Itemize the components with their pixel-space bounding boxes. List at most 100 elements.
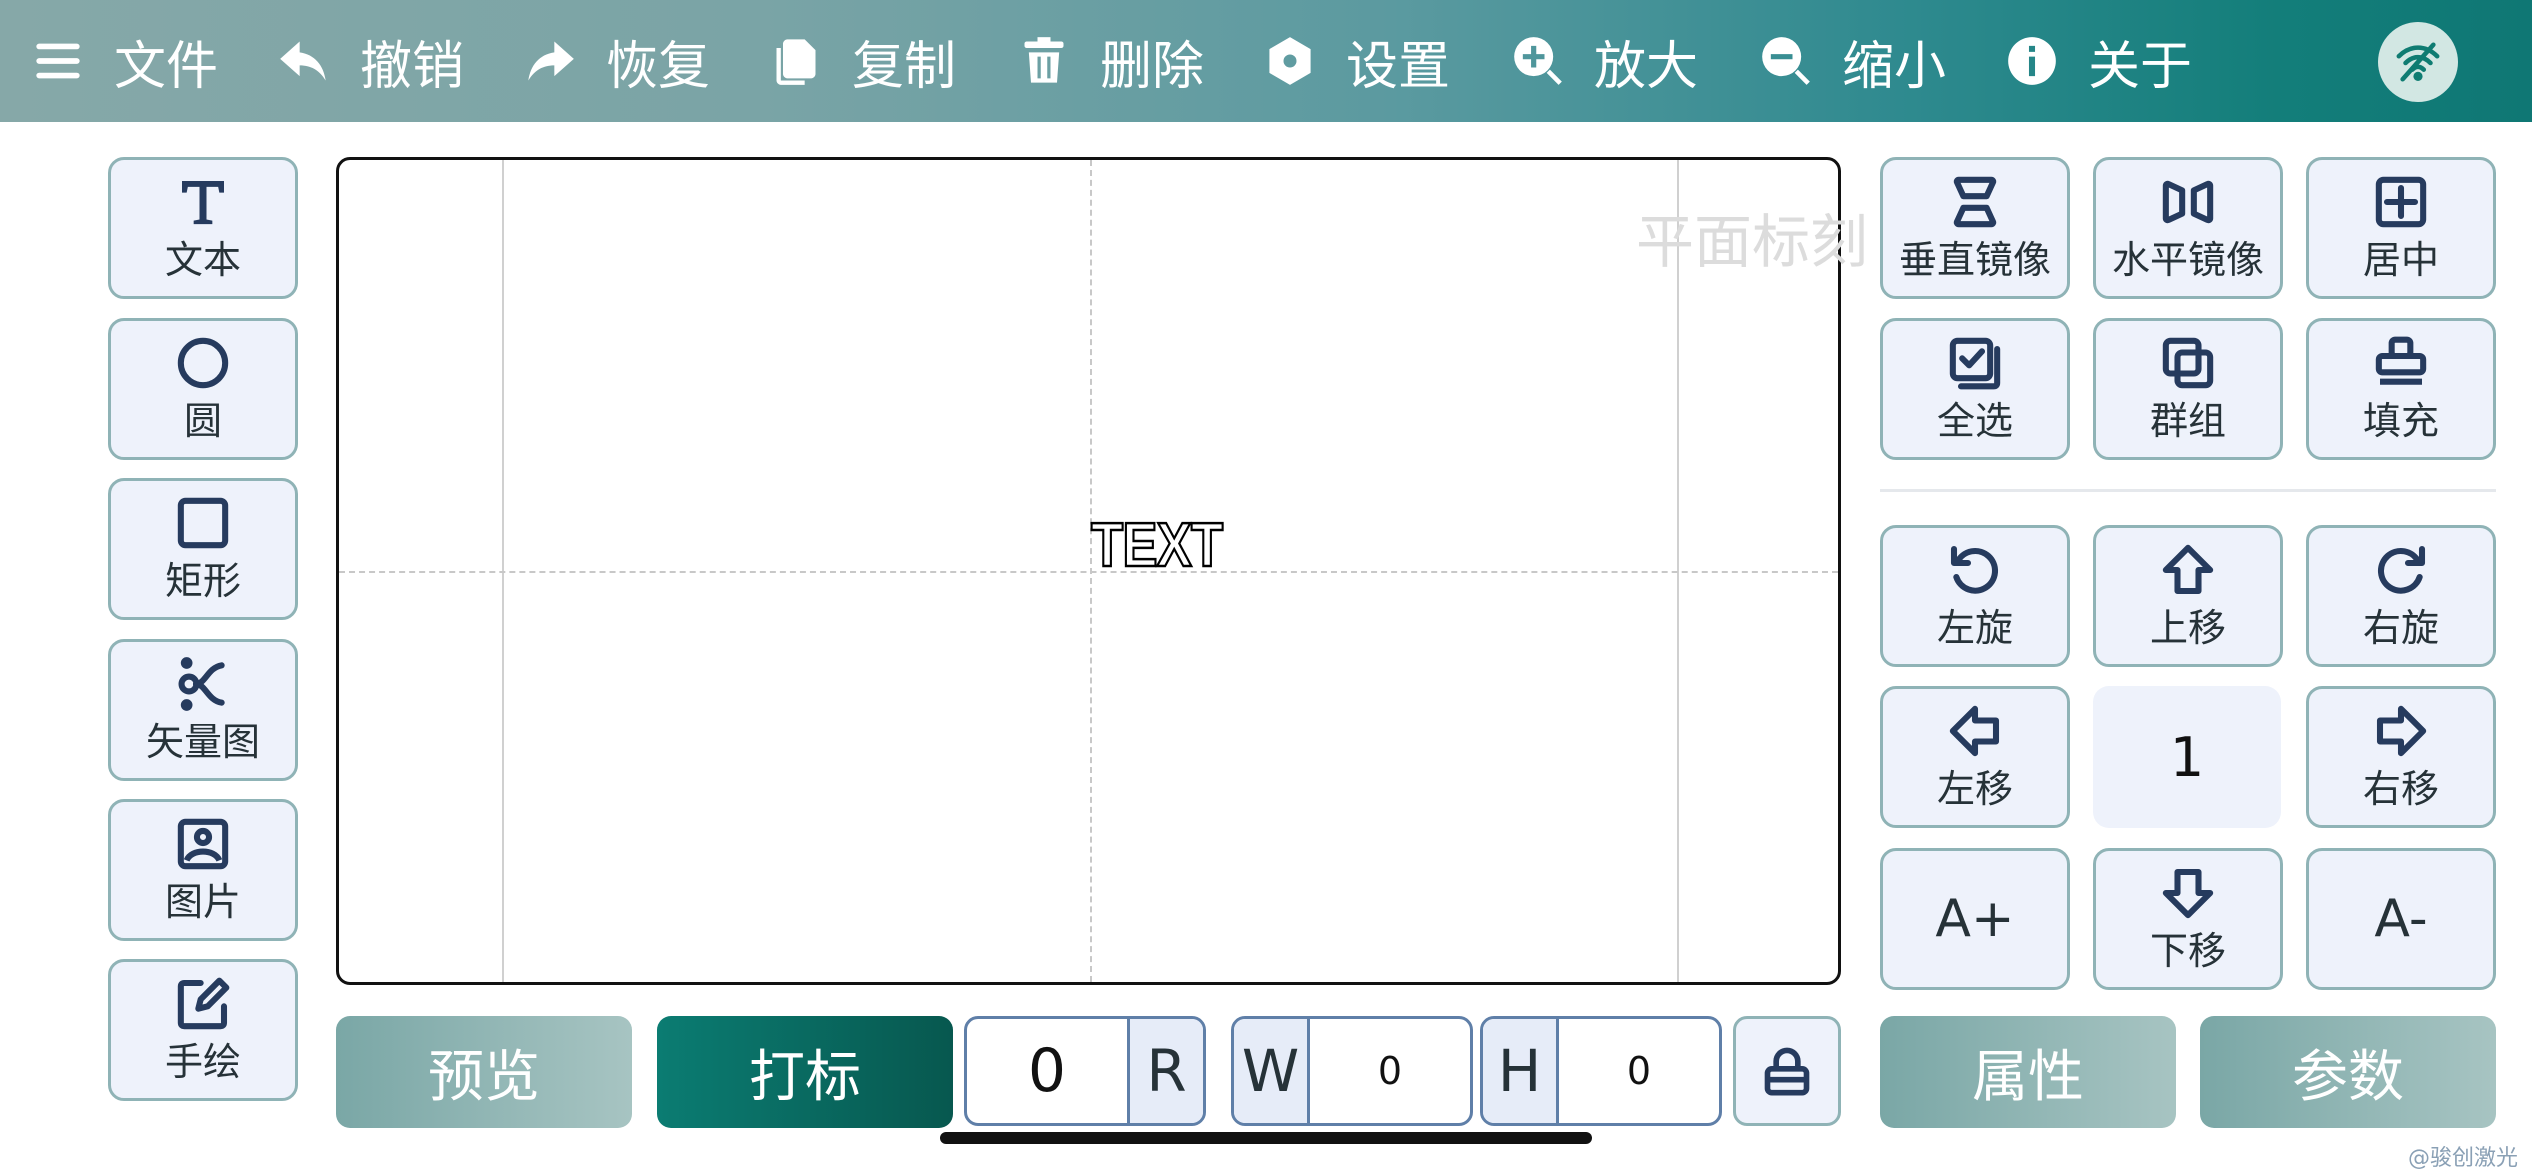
toolbar-file[interactable]: 文件 [32, 0, 218, 122]
wifi-off-icon [2396, 42, 2440, 82]
select-all-icon [1947, 335, 2003, 391]
tool-circle[interactable]: 圆 [108, 318, 298, 460]
move-down-button[interactable]: 下移 [2093, 848, 2283, 990]
fill-label: 填充 [2362, 399, 2439, 443]
rotation-field: 0 R [964, 1016, 1206, 1126]
copy-icon [776, 39, 816, 85]
font-increase-button[interactable]: A+ [1880, 848, 2070, 990]
zoom-out-icon [1762, 37, 1810, 85]
redo-icon [528, 41, 574, 81]
height-field: H 0 [1480, 1016, 1722, 1126]
toolbar-file-label: 文件 [114, 36, 219, 97]
width-input[interactable]: 0 [1310, 1019, 1470, 1123]
home-indicator [940, 1132, 1592, 1144]
circle-icon [175, 335, 231, 391]
arrow-up-icon [2160, 542, 2216, 598]
move-left-button[interactable]: 左移 [1880, 686, 2070, 828]
rotate-left-icon [1947, 542, 2003, 598]
height-label: H [1483, 1019, 1559, 1123]
panel-divider [1880, 489, 2496, 492]
tool-image[interactable]: 图片 [108, 799, 298, 941]
toolbar-undo[interactable]: 撤销 [278, 0, 464, 122]
rotate-left-label: 左旋 [1936, 606, 2013, 650]
tool-vector-label: 矢量图 [145, 720, 260, 764]
width-label: W [1234, 1019, 1310, 1123]
move-up-label: 上移 [2149, 606, 2226, 650]
move-right-button[interactable]: 右移 [2306, 686, 2496, 828]
tool-draw-label: 手绘 [164, 1040, 241, 1084]
rotation-label: R [1127, 1019, 1203, 1123]
mark-button[interactable]: 打标 [657, 1016, 953, 1128]
height-input[interactable]: 0 [1559, 1019, 1719, 1123]
flip-vertical-button[interactable]: 垂直镜像 [1880, 157, 2070, 299]
tool-image-label: 图片 [164, 880, 241, 924]
toolbar-zoom-out[interactable]: 缩小 [1760, 0, 1946, 122]
guide-line-center-horizontal [339, 571, 1838, 573]
design-canvas[interactable]: TEXT [336, 157, 1841, 985]
move-up-button[interactable]: 上移 [2093, 525, 2283, 667]
group-icon [2160, 335, 2216, 391]
toolbar-redo[interactable]: 恢复 [524, 0, 710, 122]
flip-horizontal-icon [2160, 174, 2216, 230]
rotation-input[interactable]: 0 [967, 1019, 1127, 1123]
font-decrease-button[interactable]: A- [2306, 848, 2496, 990]
trash-icon [1024, 37, 1064, 83]
toolbar-delete[interactable]: 删除 [1018, 0, 1204, 122]
toolbar-about-label: 关于 [2088, 36, 2193, 97]
rotate-left-button[interactable]: 左旋 [1880, 525, 2070, 667]
toolbar-zoom-out-label: 缩小 [1842, 36, 1947, 97]
flip-vertical-icon [1947, 174, 2003, 230]
fill-button[interactable]: 填充 [2306, 318, 2496, 460]
vector-icon [175, 656, 231, 712]
info-icon [2008, 37, 2056, 85]
toolbar-copy-label: 复制 [852, 36, 957, 97]
tool-draw[interactable]: 手绘 [108, 959, 298, 1101]
menu-icon [36, 43, 80, 79]
credit-text: @骏创激光 [2407, 1146, 2518, 1170]
flip-horizontal-label: 水平镜像 [2111, 238, 2264, 282]
toolbar-about[interactable]: 关于 [2006, 0, 2192, 122]
properties-button[interactable]: 属性 [1880, 1016, 2176, 1128]
tool-rectangle-label: 矩形 [164, 559, 241, 603]
lock-icon [1764, 1047, 1810, 1096]
fill-icon [2373, 335, 2429, 391]
toolbar-settings[interactable]: 设置 [1264, 0, 1450, 122]
image-icon [175, 816, 231, 872]
tool-circle-label: 圆 [183, 399, 222, 443]
flip-horizontal-button[interactable]: 水平镜像 [2093, 157, 2283, 299]
toolbar-zoom-in[interactable]: 放大 [1512, 0, 1698, 122]
app-root: 文件 撤销 恢复 复制 删除 设置 放大 缩小 关于 文本 圆 矩形 矢量图 图… [0, 0, 2532, 1170]
rotate-right-icon [2373, 542, 2429, 598]
connection-status-button[interactable] [2378, 22, 2458, 102]
center-label: 居中 [2362, 238, 2439, 282]
rotate-right-label: 右旋 [2362, 606, 2439, 650]
arrow-down-icon [2160, 865, 2216, 921]
rotate-right-button[interactable]: 右旋 [2306, 525, 2496, 667]
undo-icon [280, 41, 326, 81]
toolbar-redo-label: 恢复 [606, 36, 711, 97]
step-value-display[interactable]: 1 [2093, 686, 2281, 828]
select-all-label: 全选 [1936, 399, 2013, 443]
group-label: 群组 [2149, 399, 2226, 443]
center-icon [2373, 174, 2429, 230]
toolbar-zoom-in-label: 放大 [1594, 36, 1699, 97]
canvas-text-object[interactable]: TEXT [1090, 510, 1224, 582]
zoom-in-icon [1514, 37, 1562, 85]
tool-rectangle[interactable]: 矩形 [108, 478, 298, 620]
arrow-right-icon [2373, 703, 2429, 759]
center-button[interactable]: 居中 [2306, 157, 2496, 299]
group-button[interactable]: 群组 [2093, 318, 2283, 460]
select-all-button[interactable]: 全选 [1880, 318, 2070, 460]
aspect-lock-button[interactable] [1733, 1016, 1841, 1126]
toolbar-settings-label: 设置 [1346, 36, 1451, 97]
tool-text-label: 文本 [164, 238, 241, 282]
toolbar-copy[interactable]: 复制 [770, 0, 956, 122]
parameters-button[interactable]: 参数 [2200, 1016, 2496, 1128]
move-right-label: 右移 [2362, 767, 2439, 811]
tool-vector[interactable]: 矢量图 [108, 639, 298, 781]
move-left-label: 左移 [1936, 767, 2013, 811]
settings-icon [1269, 37, 1311, 85]
tool-text[interactable]: 文本 [108, 157, 298, 299]
preview-button[interactable]: 预览 [336, 1016, 632, 1128]
flip-vertical-label: 垂直镜像 [1898, 238, 2051, 282]
